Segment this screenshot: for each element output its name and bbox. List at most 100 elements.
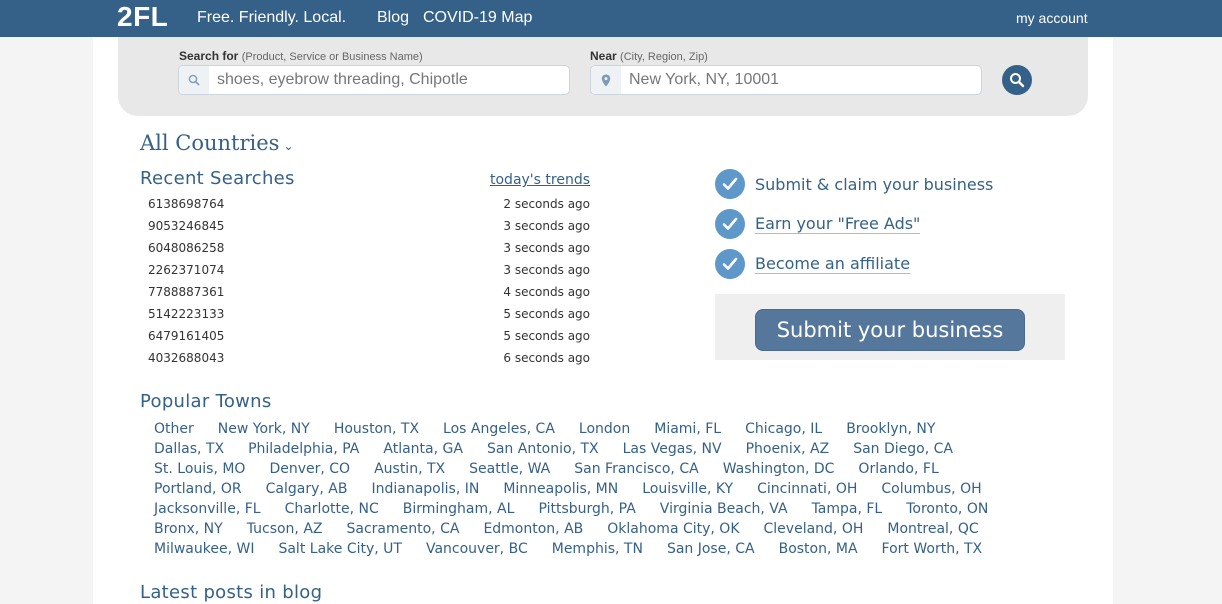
town-link[interactable]: San Jose, CA bbox=[667, 541, 755, 557]
town-link[interactable]: Tampa, FL bbox=[812, 501, 883, 517]
town-link[interactable]: Oklahoma City, OK bbox=[607, 521, 739, 537]
town-row: St. Louis, MO Denver, CO Austin, TX Seattle… bbox=[154, 458, 1054, 478]
town-link[interactable]: San Diego, CA bbox=[853, 441, 953, 457]
town-row: Other New York, NY Houston, TX Los Angeles,… bbox=[154, 418, 1054, 438]
checkmark-icon bbox=[715, 209, 745, 239]
town-link[interactable]: Sacramento, CA bbox=[347, 521, 460, 537]
site-logo[interactable]: 2FL bbox=[117, 0, 168, 34]
perk-affiliate: Become an affiliate bbox=[715, 249, 911, 279]
town-row: Portland, OR Calgary, AB Indianapolis, IN M… bbox=[154, 478, 1054, 498]
town-link[interactable]: Minneapolis, MN bbox=[503, 481, 618, 497]
town-link[interactable]: Boston, MA bbox=[779, 541, 858, 557]
town-link[interactable]: Louisville, KY bbox=[642, 481, 733, 497]
todays-trends-link[interactable]: today's trends bbox=[490, 172, 590, 188]
checkmark-icon bbox=[715, 169, 745, 199]
town-link[interactable]: Seattle, WA bbox=[469, 461, 550, 477]
town-link[interactable]: Portland, OR bbox=[154, 481, 242, 497]
chevron-down-icon: ⌄ bbox=[283, 139, 294, 153]
submit-business-box: Submit your business bbox=[715, 294, 1065, 360]
town-row: Jacksonville, FL Charlotte, NC Birmingham,… bbox=[154, 498, 1054, 518]
town-link[interactable]: Montreal, QC bbox=[887, 521, 978, 537]
town-link[interactable]: Other bbox=[154, 421, 194, 437]
town-link[interactable]: St. Louis, MO bbox=[154, 461, 245, 477]
town-link[interactable]: Denver, CO bbox=[269, 461, 350, 477]
town-link[interactable]: Tucson, AZ bbox=[247, 521, 323, 537]
my-account-link[interactable]: my account bbox=[1016, 10, 1088, 26]
town-link[interactable]: Memphis, TN bbox=[552, 541, 643, 557]
town-link[interactable]: Virginia Beach, VA bbox=[660, 501, 788, 517]
town-link[interactable]: Orlando, FL bbox=[858, 461, 938, 477]
town-link[interactable]: Pittsburgh, PA bbox=[538, 501, 635, 517]
town-link[interactable]: Jacksonville, FL bbox=[154, 501, 261, 517]
near-label: Near (City, Region, Zip) bbox=[590, 49, 708, 63]
town-link[interactable]: San Antonio, TX bbox=[487, 441, 599, 457]
town-link[interactable]: Fort Worth, TX bbox=[882, 541, 983, 557]
free-ads-link[interactable]: Earn your "Free Ads" bbox=[755, 214, 921, 234]
town-row: Bronx, NY Tucson, AZ Sacramento, CA Edmonto… bbox=[154, 518, 1054, 538]
town-link[interactable]: Phoenix, AZ bbox=[746, 441, 830, 457]
town-link[interactable]: Las Vegas, NV bbox=[623, 441, 722, 457]
perk-submit-claim: Submit & claim your business bbox=[715, 169, 993, 199]
popular-towns-list: Other New York, NY Houston, TX Los Angeles,… bbox=[154, 418, 1054, 558]
town-link[interactable]: Dallas, TX bbox=[154, 441, 224, 457]
town-link[interactable]: London bbox=[579, 421, 630, 437]
town-link[interactable]: Miami, FL bbox=[654, 421, 721, 437]
country-selector-label: All Countries bbox=[140, 131, 280, 155]
location-pin-icon bbox=[591, 66, 621, 94]
list-item[interactable]: 6048086258 3 seconds ago bbox=[148, 240, 590, 262]
town-link[interactable]: Calgary, AB bbox=[266, 481, 348, 497]
list-item[interactable]: 2262371074 3 seconds ago bbox=[148, 262, 590, 284]
town-link[interactable]: Cincinnati, OH bbox=[757, 481, 857, 497]
search-submit-button[interactable] bbox=[1002, 65, 1032, 95]
town-link[interactable]: Cleveland, OH bbox=[764, 521, 864, 537]
town-link[interactable]: Vancouver, BC bbox=[426, 541, 528, 557]
search-icon bbox=[179, 66, 209, 94]
town-link[interactable]: Brooklyn, NY bbox=[846, 421, 935, 437]
site-tagline: Free. Friendly. Local. bbox=[197, 9, 347, 26]
recent-searches-list: 6138698764 2 seconds ago 9053246845 3 seco… bbox=[148, 196, 590, 372]
town-link[interactable]: Toronto, ON bbox=[906, 501, 988, 517]
town-link[interactable]: Birmingham, AL bbox=[403, 501, 515, 517]
near-field[interactable] bbox=[590, 65, 982, 95]
town-link[interactable]: Indianapolis, IN bbox=[371, 481, 479, 497]
town-link[interactable]: Houston, TX bbox=[334, 421, 419, 437]
town-link[interactable]: San Francisco, CA bbox=[574, 461, 698, 477]
top-nav-bar: 2FL Free. Friendly. Local. Blog COVID-19… bbox=[0, 0, 1222, 37]
town-link[interactable]: Edmonton, AB bbox=[483, 521, 583, 537]
town-link[interactable]: Washington, DC bbox=[723, 461, 835, 477]
perk-submit-claim-text: Submit & claim your business bbox=[755, 174, 994, 194]
town-link[interactable]: Chicago, IL bbox=[745, 421, 822, 437]
search-for-label: Search for (Product, Service or Business… bbox=[179, 49, 423, 63]
town-link[interactable]: Charlotte, NC bbox=[285, 501, 379, 517]
list-item[interactable]: 5142223133 5 seconds ago bbox=[148, 306, 590, 328]
list-item[interactable]: 6479161405 5 seconds ago bbox=[148, 328, 590, 350]
nav-covid-map-link[interactable]: COVID-19 Map bbox=[423, 9, 532, 27]
popular-towns-heading: Popular Towns bbox=[140, 391, 272, 412]
town-link[interactable]: New York, NY bbox=[218, 421, 310, 437]
perk-free-ads: Earn your "Free Ads" bbox=[715, 209, 921, 239]
checkmark-icon bbox=[715, 249, 745, 279]
town-link[interactable]: Austin, TX bbox=[374, 461, 445, 477]
town-link[interactable]: Milwaukee, WI bbox=[154, 541, 254, 557]
town-link[interactable]: Philadelphia, PA bbox=[248, 441, 359, 457]
recent-searches-heading: Recent Searches bbox=[140, 168, 295, 189]
affiliate-link[interactable]: Become an affiliate bbox=[755, 254, 911, 274]
town-row: Dallas, TX Philadelphia, PA Atlanta, GA San… bbox=[154, 438, 1054, 458]
town-link[interactable]: Los Angeles, CA bbox=[443, 421, 555, 437]
search-for-field[interactable] bbox=[178, 65, 570, 95]
country-selector[interactable]: All Countries ⌄ bbox=[140, 131, 294, 155]
town-link[interactable]: Salt Lake City, UT bbox=[278, 541, 401, 557]
town-row: Milwaukee, WI Salt Lake City, UT Vancouver… bbox=[154, 538, 1054, 558]
submit-business-button[interactable]: Submit your business bbox=[755, 309, 1025, 351]
latest-posts-heading: Latest posts in blog bbox=[140, 582, 323, 603]
town-link[interactable]: Atlanta, GA bbox=[383, 441, 463, 457]
town-link[interactable]: Columbus, OH bbox=[881, 481, 981, 497]
town-link[interactable]: Bronx, NY bbox=[154, 521, 223, 537]
list-item[interactable]: 7788887361 4 seconds ago bbox=[148, 284, 590, 306]
near-input[interactable] bbox=[629, 70, 973, 90]
list-item[interactable]: 4032688043 6 seconds ago bbox=[148, 350, 590, 372]
list-item[interactable]: 9053246845 3 seconds ago bbox=[148, 218, 590, 240]
nav-blog-link[interactable]: Blog bbox=[377, 9, 409, 27]
list-item[interactable]: 6138698764 2 seconds ago bbox=[148, 196, 590, 218]
search-input[interactable] bbox=[217, 70, 561, 90]
